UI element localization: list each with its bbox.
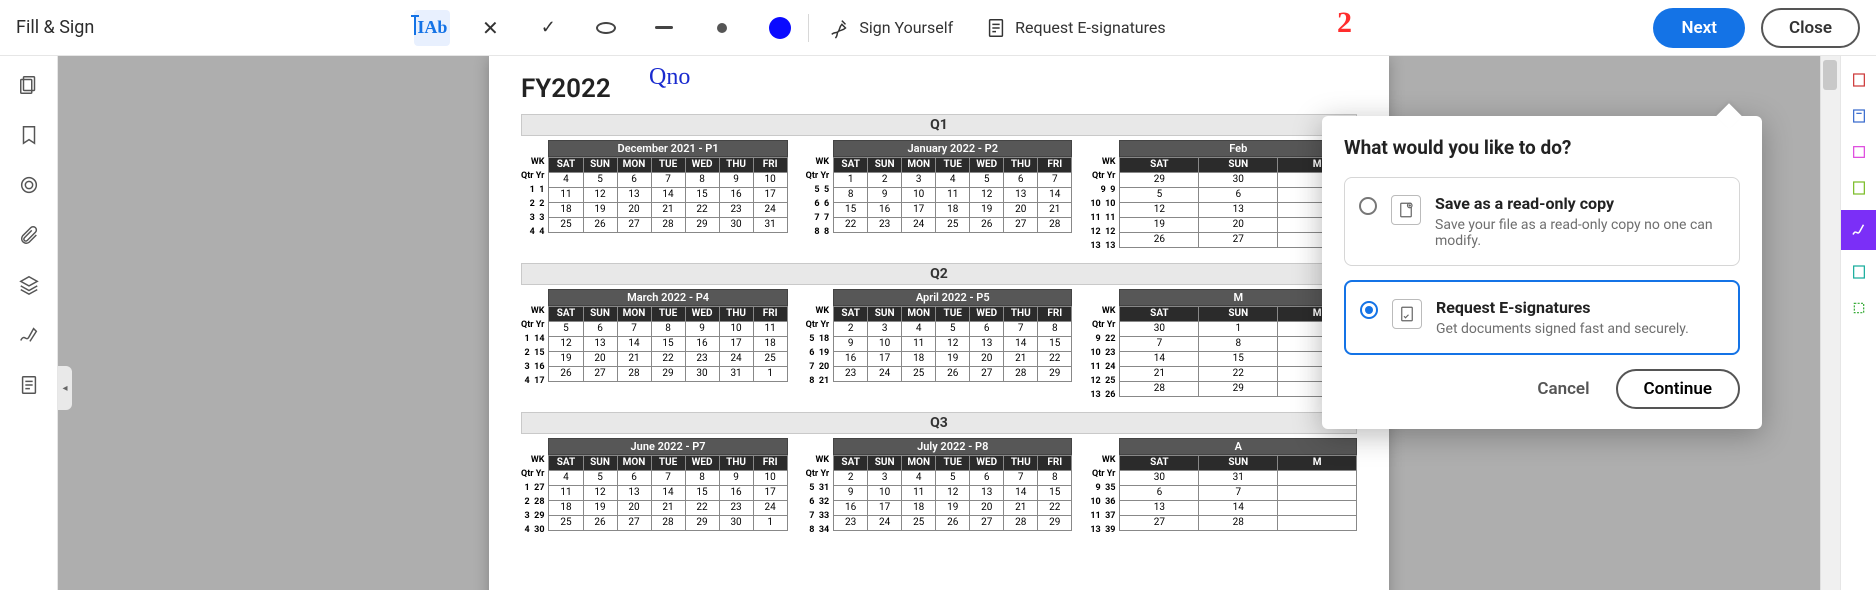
radio-unselected[interactable]: [1359, 197, 1377, 215]
right-tool-2[interactable]: [1849, 102, 1869, 130]
calendar-table: SATSUNMONTUEWEDTHUFRI1234567891011121314…: [833, 157, 1072, 233]
toolbar-title: Fill & Sign: [16, 17, 94, 38]
annotation-2: 2: [1337, 6, 1352, 40]
vertical-scrollbar[interactable]: [1820, 56, 1840, 590]
popover-title: What would you like to do?: [1344, 136, 1740, 159]
option-title: Request E-signatures: [1436, 298, 1689, 317]
pen-sign-icon: [829, 17, 851, 39]
month-header: December 2021 - P1: [548, 140, 787, 157]
continue-button[interactable]: Continue: [1616, 369, 1741, 409]
signature-icon[interactable]: [18, 324, 40, 346]
option-save-readonly[interactable]: Save as a read-only copy Save your file …: [1344, 177, 1740, 266]
right-tool-1[interactable]: [1849, 66, 1869, 94]
option-title: Save as a read-only copy: [1435, 194, 1725, 213]
month-header: January 2022 - P2: [833, 140, 1072, 157]
toolbar-divider: [808, 14, 809, 42]
request-esignatures-button[interactable]: Request E-signatures: [975, 11, 1175, 45]
request-esignatures-label: Request E-signatures: [1015, 18, 1165, 37]
document-title: FY2022: [521, 74, 611, 104]
color-picker-button[interactable]: [762, 10, 798, 46]
calendar-table: SATSUNMONTUEWEDTHUFRI2345678910111213141…: [833, 306, 1072, 382]
next-button[interactable]: Next: [1653, 8, 1745, 48]
right-tool-7[interactable]: [1849, 294, 1869, 322]
text-tool-glyph: IAb: [417, 17, 447, 38]
month-header: June 2022 - P7: [548, 438, 787, 455]
month-header: April 2022 - P5: [833, 289, 1072, 306]
line-tool-button[interactable]: [646, 10, 682, 46]
next-action-popover: 3 What would you like to do? Save as a r…: [1322, 116, 1762, 429]
right-tool-3[interactable]: [1849, 138, 1869, 166]
quarter-band: Q3: [521, 412, 1357, 434]
expand-rail-tab[interactable]: ◂: [58, 366, 72, 410]
pdf-page: FY2022 Qno Q1 WKQtr Yr1 12 23 34 4Decemb…: [489, 56, 1389, 590]
calendar-table: SATSUNMONTUEWEDTHUFRI2345678910111213141…: [833, 455, 1072, 531]
quarter-band: Q2: [521, 263, 1357, 285]
layers-icon[interactable]: [18, 274, 40, 296]
dot-icon: [717, 23, 727, 33]
circle-icon: [596, 22, 616, 34]
left-rail: [0, 56, 58, 590]
fill-sign-toolbar: Fill & Sign IAb ✕ ✓ Sign Yourself Reques…: [0, 0, 1876, 56]
bookmark-icon[interactable]: [18, 124, 40, 146]
dot-tool-button[interactable]: [704, 10, 740, 46]
document-icon[interactable]: [18, 374, 40, 396]
text-tool-button[interactable]: IAb: [414, 10, 450, 46]
handwritten-signature: Qno: [649, 64, 690, 91]
check-tool-button[interactable]: ✓: [530, 10, 566, 46]
document-area: ◂ 1. FY2022 Qno Q1 WKQtr Yr1 12 23 34 4D…: [58, 56, 1820, 590]
radio-selected[interactable]: [1360, 301, 1378, 319]
month-header: A: [1119, 438, 1357, 455]
calendar-table: SATSUNMONTUEWEDTHUFRI4567891011121314151…: [548, 157, 787, 233]
quarter-band: Q1: [521, 114, 1357, 136]
right-tool-6[interactable]: [1849, 258, 1869, 286]
option-desc: Get documents signed fast and securely.: [1436, 321, 1689, 337]
month-header: March 2022 - P4: [548, 289, 787, 306]
document-sign-icon: [985, 17, 1007, 39]
target-icon[interactable]: [18, 174, 40, 196]
cancel-button[interactable]: Cancel: [1531, 378, 1595, 400]
scrollbar-thumb[interactable]: [1823, 60, 1837, 90]
attachment-icon[interactable]: [18, 224, 40, 246]
color-swatch-icon: [769, 17, 791, 39]
calendar-table: SATSUNM30316713142728: [1119, 455, 1357, 531]
check-icon: ✓: [541, 17, 556, 38]
close-button[interactable]: Close: [1761, 8, 1860, 48]
month-header: July 2022 - P8: [833, 438, 1072, 455]
right-tool-4[interactable]: [1849, 174, 1869, 202]
right-tool-sign-selected[interactable]: [1841, 210, 1876, 250]
option-request-esignatures[interactable]: Request E-signatures Get documents signe…: [1344, 280, 1740, 355]
sign-yourself-button[interactable]: Sign Yourself: [819, 11, 963, 45]
right-rail: [1840, 56, 1876, 590]
sign-yourself-label: Sign Yourself: [859, 18, 953, 37]
calendar-table: SATSUNMONTUEWEDTHUFRI4567891011121314151…: [548, 455, 787, 531]
calendar-table: SATSUNMONTUEWEDTHUFRI5678910111213141516…: [548, 306, 787, 382]
option-desc: Save your file as a read-only copy no on…: [1435, 217, 1725, 249]
circle-tool-button[interactable]: [588, 10, 624, 46]
esig-doc-icon: [1392, 299, 1422, 329]
readonly-doc-icon: [1391, 195, 1421, 225]
pages-icon[interactable]: [18, 74, 40, 96]
line-icon: [655, 26, 673, 29]
cross-tool-button[interactable]: ✕: [472, 10, 508, 46]
cross-icon: ✕: [482, 16, 499, 40]
